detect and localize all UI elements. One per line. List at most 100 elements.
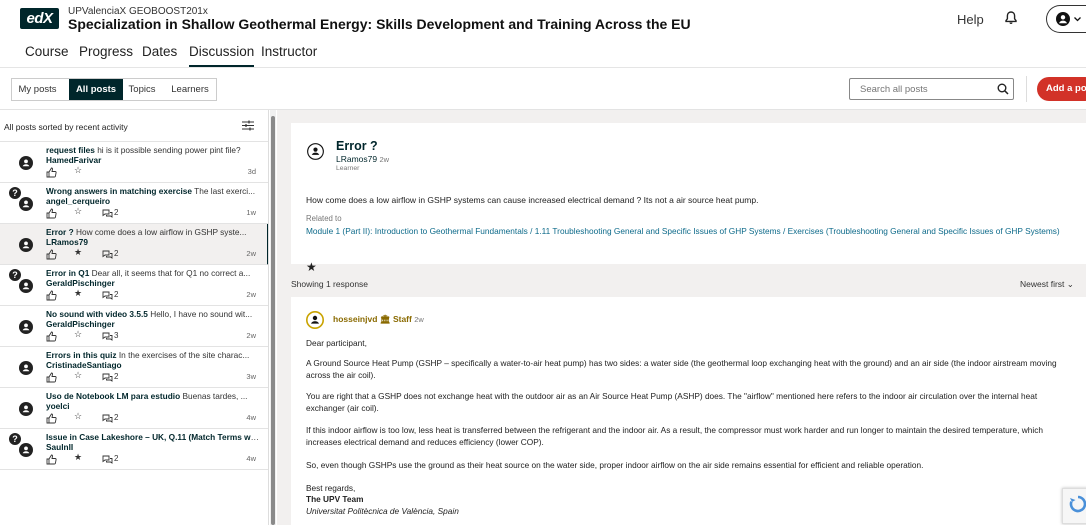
thumbs-up-icon[interactable]: [46, 290, 57, 301]
thread-author[interactable]: LRamos79 2w: [336, 154, 389, 164]
thumbs-up-icon[interactable]: [46, 372, 57, 383]
post-title: request files hi is it possible sending …: [46, 145, 241, 155]
response-author[interactable]: hosseinjvd 🏛 Staff 2w: [333, 314, 424, 325]
post-title: Uso de Notebook LM para estudio Buenas t…: [46, 391, 248, 401]
post-list-item[interactable]: request files hi is it possible sending …: [0, 142, 268, 183]
post-actions: ☆ 2 1w: [46, 206, 262, 220]
post-list-item[interactable]: ? Issue in Case Lakeshore – UK, Q.11 (Mat…: [0, 429, 268, 470]
avatar: [19, 156, 33, 170]
comments-icon: [102, 291, 113, 300]
search-input[interactable]: [860, 79, 980, 99]
post-author: SaulnII: [46, 442, 74, 452]
thread-title: Error ?: [336, 139, 378, 153]
sort-label: All posts sorted by recent activity: [4, 122, 128, 132]
post-author: yoelci: [46, 401, 70, 411]
response-sort-dropdown[interactable]: Newest first ⌄: [1020, 279, 1074, 290]
comment-count: 2: [114, 290, 119, 299]
response-paragraph-2: You are right that a GSHP does not excha…: [306, 391, 1038, 413]
response-count: Showing 1 response: [291, 279, 369, 289]
thumbs-up-icon[interactable]: [46, 331, 57, 342]
post-list-item[interactable]: ? Error in Q1 Dear all, it seems that for…: [0, 265, 268, 306]
tab-all-posts[interactable]: All posts: [69, 79, 123, 100]
response-team: The UPV Team: [306, 494, 364, 504]
star-icon[interactable]: ☆: [74, 165, 82, 176]
post-actions: ☆ 2 3w: [46, 370, 262, 384]
thumbs-up-icon[interactable]: [46, 167, 57, 178]
star-icon[interactable]: ★: [74, 452, 82, 463]
thread-time: 2w: [379, 155, 390, 164]
site-header: edX UPValenciaX GEOBOOST201x Specializat…: [0, 0, 1086, 40]
star-icon[interactable]: ★: [74, 247, 82, 258]
post-actions: ☆ 2 4w: [46, 411, 262, 425]
thumbs-up-icon[interactable]: [46, 208, 57, 219]
tab-course[interactable]: Course: [25, 44, 69, 65]
star-icon[interactable]: ☆: [74, 370, 82, 381]
author-role: Learner: [336, 165, 360, 172]
filter-icon[interactable]: [242, 120, 254, 131]
post-actions: ★ 2 4w: [46, 452, 262, 466]
tab-progress[interactable]: Progress: [79, 44, 133, 65]
edx-logo[interactable]: edX: [20, 8, 59, 29]
tab-instructor[interactable]: Instructor: [261, 44, 317, 65]
posts-scrollbar[interactable]: [270, 110, 276, 525]
staff-badge: 🏛 Staff: [379, 314, 412, 324]
post-title: Errors in this quiz In the exercises of …: [46, 350, 250, 360]
scrollbar-thumb[interactable]: [271, 116, 275, 525]
star-icon[interactable]: ☆: [74, 329, 82, 340]
search-icon[interactable]: [997, 83, 1009, 95]
sort-value: Newest first: [1020, 279, 1065, 289]
star-icon[interactable]: ☆: [74, 206, 82, 217]
post-title: Issue in Case Lakeshore – UK, Q.11 (Matc…: [46, 432, 260, 442]
comments-icon: [102, 414, 113, 423]
comment-count: 2: [114, 208, 119, 217]
post-author: HamedFarivar: [46, 155, 102, 165]
thumbs-up-icon[interactable]: [46, 413, 57, 424]
response-paragraph-4: So, even though GSHPs use the ground as …: [306, 460, 924, 470]
post-time: 2w: [246, 331, 256, 340]
post-time: 4w: [246, 454, 256, 463]
posts-list-header: All posts sorted by recent activity: [0, 110, 268, 142]
recaptcha-badge[interactable]: [1062, 488, 1086, 524]
post-list-item[interactable]: ? Wrong answers in matching exercise The …: [0, 183, 268, 224]
comment-count: 3: [114, 331, 119, 340]
search-box: [849, 78, 1014, 100]
post-author: angel_cerqueiro: [46, 196, 111, 206]
comments-icon: [102, 209, 113, 218]
tab-my-posts[interactable]: My posts: [12, 79, 63, 100]
related-label: Related to: [306, 214, 342, 223]
author-name[interactable]: LRamos79: [336, 154, 377, 164]
post-list-item[interactable]: Error ? How come does a low airflow in G…: [0, 224, 268, 265]
add-post-button[interactable]: Add a post: [1037, 77, 1086, 101]
post-time: 1w: [246, 208, 256, 217]
post-title: Error in Q1 Dear all, it seems that for …: [46, 268, 251, 278]
post-actions: ★ 2 2w: [46, 247, 262, 261]
thumbs-up-icon[interactable]: [46, 249, 57, 260]
tab-learners[interactable]: Learners: [167, 79, 213, 100]
institution-icon: 🏛: [379, 314, 391, 324]
thread-card: Error ? LRamos79 2w Learner How come doe…: [291, 123, 1086, 274]
bell-icon[interactable]: [1005, 11, 1017, 25]
help-link[interactable]: Help: [957, 12, 984, 27]
post-list-item[interactable]: Uso de Notebook LM para estudio Buenas t…: [0, 388, 268, 429]
post-author: LRamos79: [46, 237, 88, 247]
star-icon[interactable]: ★: [74, 288, 82, 299]
post-time: 2w: [246, 249, 256, 258]
post-list-item[interactable]: Errors in this quiz In the exercises of …: [0, 347, 268, 388]
post-actions: ☆ 3 2w: [46, 329, 262, 343]
thumbs-up-icon[interactable]: [46, 454, 57, 465]
tab-discussion[interactable]: Discussion: [189, 44, 255, 67]
chevron-down-icon: [1074, 17, 1081, 22]
comments-icon: [102, 455, 113, 464]
author-name[interactable]: hosseinjvd: [333, 314, 377, 324]
divider: [1026, 76, 1027, 102]
tab-topics[interactable]: Topics: [125, 79, 159, 100]
response-org: Universitat Politècnica de València, Spa…: [306, 506, 459, 516]
post-list-item[interactable]: No sound with video 3.5.5 Hello, I have …: [0, 306, 268, 347]
star-icon[interactable]: ☆: [74, 411, 82, 422]
post-title: Error ? How come does a low airflow in G…: [46, 227, 247, 237]
responses-header: Showing 1 response Newest first ⌄: [277, 270, 1086, 298]
tab-dates[interactable]: Dates: [142, 44, 177, 65]
post-author: GeraldPischinger: [46, 278, 115, 288]
account-menu-button[interactable]: [1046, 5, 1086, 33]
related-link[interactable]: Module 1 (Part II): Introduction to Geot…: [306, 226, 1076, 237]
